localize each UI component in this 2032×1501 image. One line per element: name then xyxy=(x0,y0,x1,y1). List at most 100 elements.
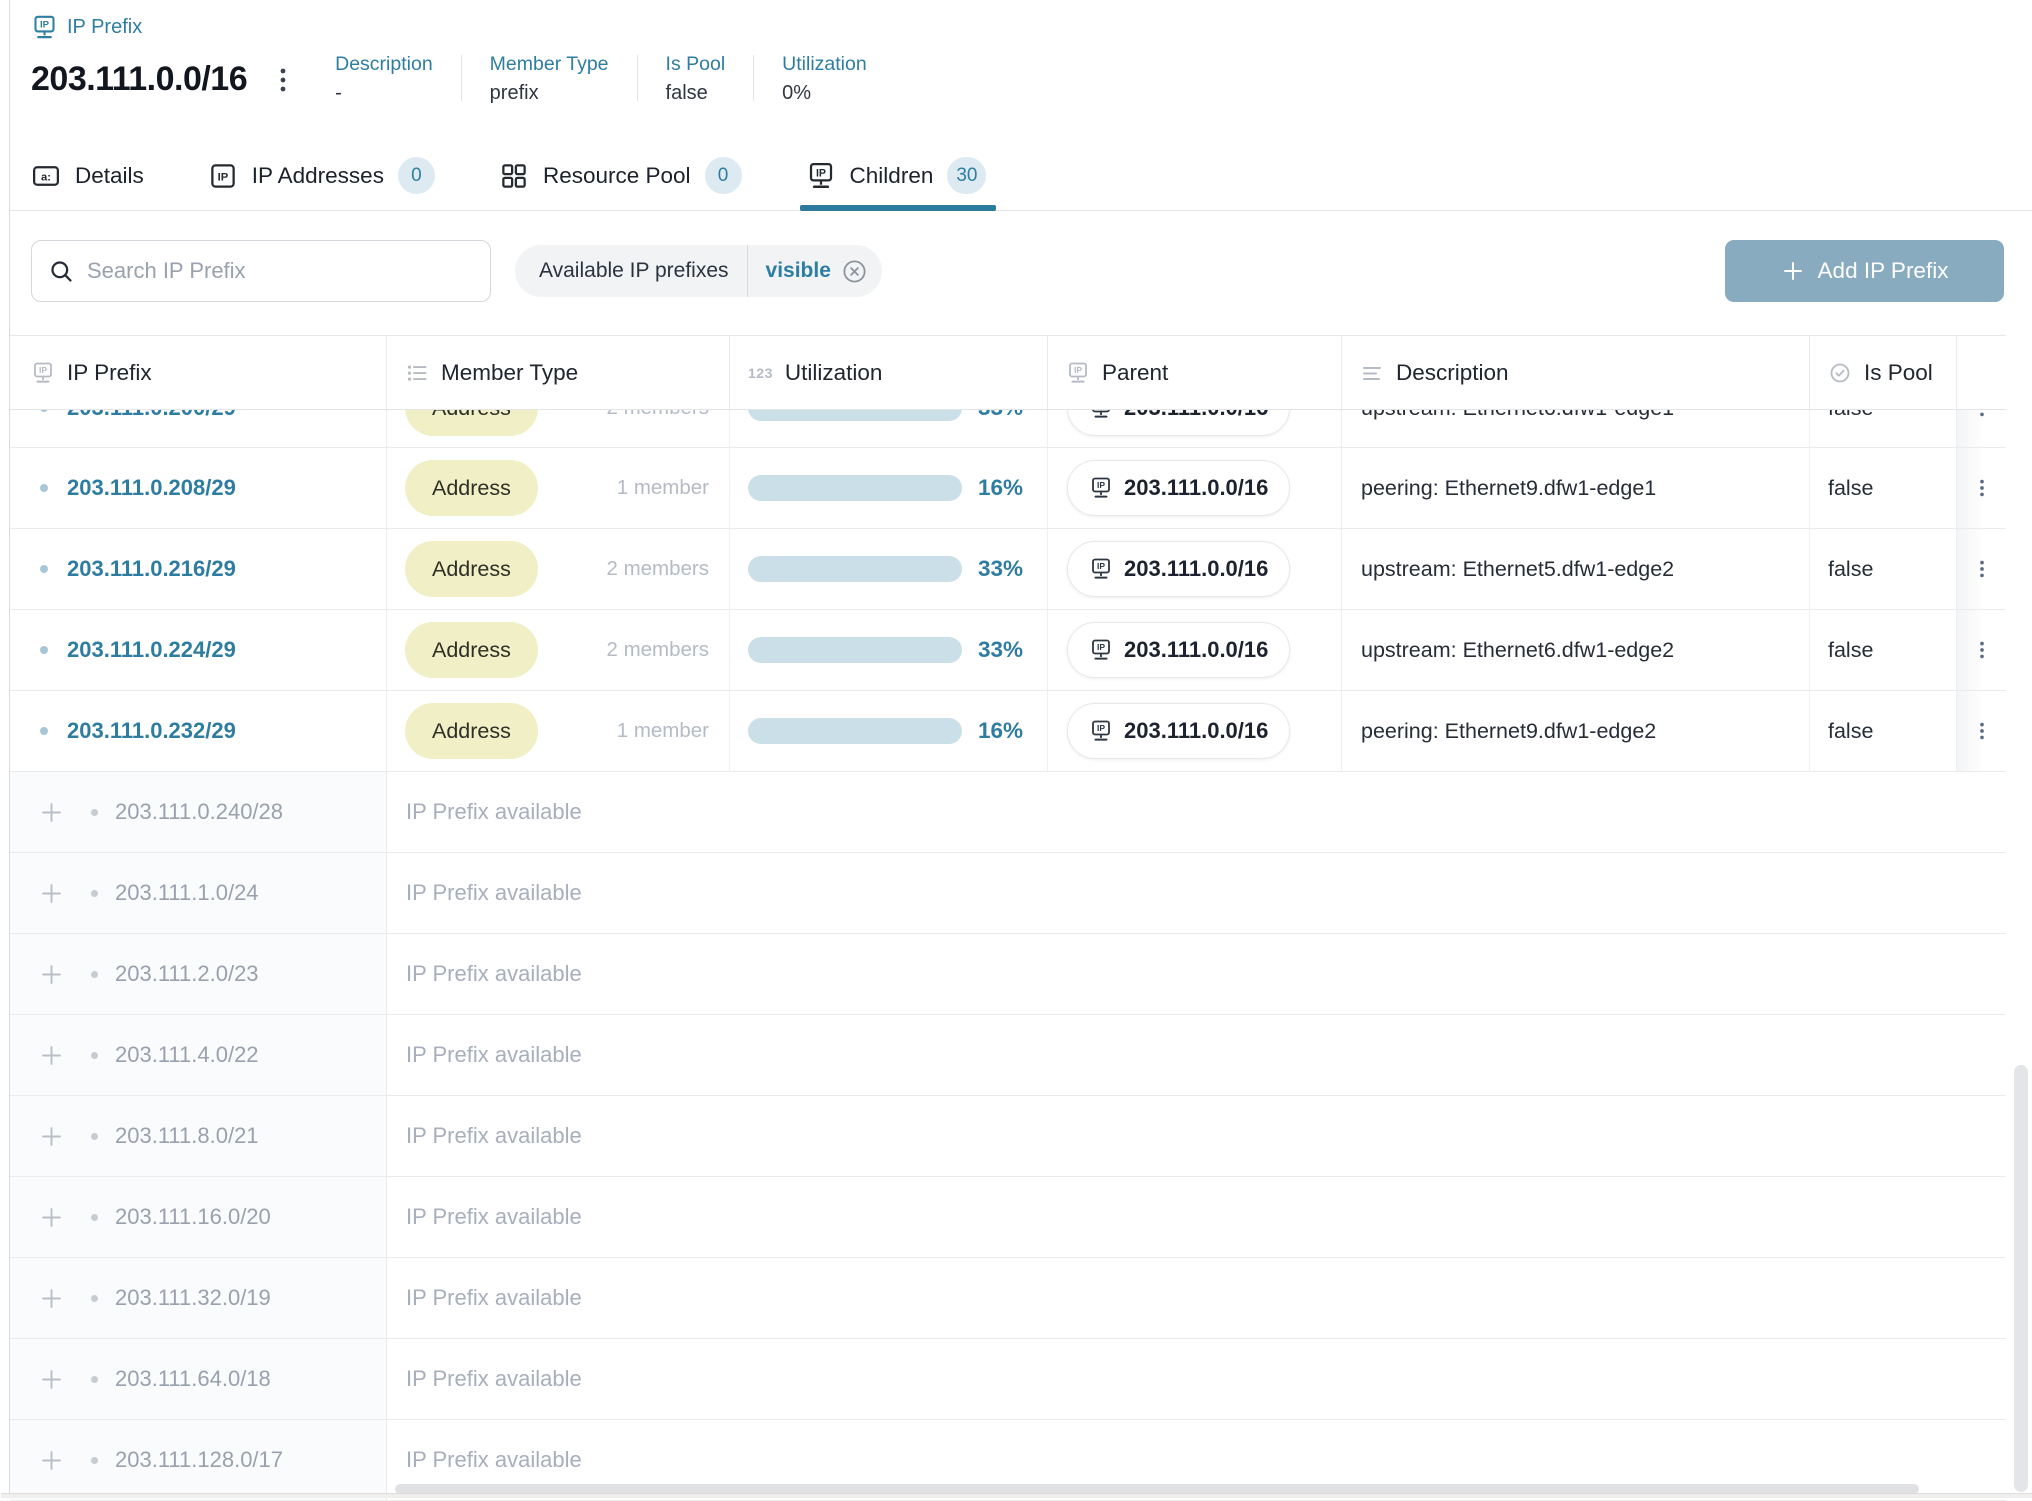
column-header-member-type[interactable]: Member Type xyxy=(386,336,729,409)
tab-label: IP Addresses xyxy=(252,163,384,189)
utilization-percent: 33% xyxy=(978,637,1023,663)
tab-children[interactable]: Children 30 xyxy=(806,147,987,210)
available-note: IP Prefix available xyxy=(386,1258,2006,1338)
ip-prefix-detail-page: IP Prefix 203.111.0.0/16 Description - M… xyxy=(9,0,2032,1498)
utilization-bar xyxy=(748,475,962,501)
breadcrumb-label[interactable]: IP Prefix xyxy=(67,16,142,39)
summary-utilization: Utilization 0% xyxy=(754,51,895,105)
add-ip-prefix-label: Add IP Prefix xyxy=(1818,258,1949,284)
ip-prefix-link[interactable]: 203.111.0.224/29 xyxy=(67,637,236,663)
ip-network-icon xyxy=(1066,361,1090,385)
add-available-prefix-button[interactable] xyxy=(38,1123,65,1150)
more-vertical-icon xyxy=(1971,639,1993,661)
status-dot xyxy=(91,890,98,897)
add-available-prefix-button[interactable] xyxy=(38,799,65,826)
ip-square-icon: IP xyxy=(208,161,238,191)
ip-network-icon xyxy=(31,361,55,385)
filter-remove-button[interactable] xyxy=(841,258,882,285)
add-available-prefix-button[interactable] xyxy=(38,961,65,988)
add-available-prefix-button[interactable] xyxy=(38,1204,65,1231)
status-dot xyxy=(91,1052,98,1059)
tab-resource-pool[interactable]: Resource Pool 0 xyxy=(499,147,742,210)
row-more-menu-button[interactable] xyxy=(1971,477,1993,499)
tab-ip-addresses[interactable]: IP IP Addresses 0 xyxy=(208,147,435,210)
utilization-bar xyxy=(748,556,962,582)
ip-prefix-link[interactable]: 203.111.0.232/29 xyxy=(67,718,236,744)
parent-prefix-chip[interactable]: 203.111.0.0/16 xyxy=(1067,460,1290,516)
available-prefix-label: 203.111.0.240/28 xyxy=(115,799,283,825)
add-available-prefix-button[interactable] xyxy=(38,880,65,907)
available-prefix-row: 203.111.16.0/20 IP Prefix available xyxy=(10,1177,2006,1258)
cell-description: peering: Ethernet9.dfw1-edge2 xyxy=(1341,691,1809,771)
more-vertical-icon xyxy=(1971,558,1993,580)
ip-prefix-link[interactable]: 203.111.0.200/29 xyxy=(67,410,236,421)
breadcrumb[interactable]: IP Prefix xyxy=(10,0,2032,41)
add-ip-prefix-button[interactable]: Add IP Prefix xyxy=(1725,240,2004,302)
plus-icon xyxy=(1781,259,1805,283)
status-dot xyxy=(91,1214,98,1221)
ip-prefix-link[interactable]: 203.111.0.216/29 xyxy=(67,556,236,582)
cell-available-prefix: 203.111.64.0/18 xyxy=(10,1339,386,1419)
cell-member-type: Address 1 member xyxy=(386,448,729,528)
column-header-is-pool[interactable]: Is Pool xyxy=(1809,336,1956,409)
column-header-parent[interactable]: Parent xyxy=(1047,336,1341,409)
filter-chip-value[interactable]: visible xyxy=(748,259,841,283)
column-header-utilization[interactable]: 123 Utilization xyxy=(729,336,1047,409)
table-row: 203.111.0.200/29 Address 2 members 33% 2… xyxy=(10,410,2006,448)
ip-prefix-link[interactable]: 203.111.0.208/29 xyxy=(67,475,236,501)
summary-label: Utilization xyxy=(782,53,867,76)
tab-bar: a: Details IP IP Addresses 0 Resource Po… xyxy=(10,147,2032,211)
summary-member-type: Member Type prefix xyxy=(462,51,637,105)
parent-prefix-label: 203.111.0.0/16 xyxy=(1124,718,1268,744)
add-available-prefix-button[interactable] xyxy=(38,1042,65,1069)
add-available-prefix-button[interactable] xyxy=(38,1366,65,1393)
summary-label: Member Type xyxy=(490,53,609,76)
ip-network-icon xyxy=(31,14,58,41)
plus-icon xyxy=(38,799,65,826)
cell-parent: 203.111.0.0/16 xyxy=(1047,410,1341,448)
row-more-menu-button[interactable] xyxy=(1971,410,1993,419)
tab-label: Resource Pool xyxy=(543,163,691,189)
row-more-menu-button[interactable] xyxy=(1971,558,1993,580)
cell-utilization: 33% xyxy=(729,610,1047,690)
parent-prefix-chip[interactable]: 203.111.0.0/16 xyxy=(1067,703,1290,759)
column-header-ip-prefix[interactable]: IP Prefix xyxy=(10,336,386,409)
parent-prefix-chip[interactable]: 203.111.0.0/16 xyxy=(1067,541,1290,597)
available-prefix-row: 203.111.8.0/21 IP Prefix available xyxy=(10,1096,2006,1177)
add-available-prefix-button[interactable] xyxy=(38,1285,65,1312)
title-more-menu-button[interactable] xyxy=(273,65,293,98)
parent-prefix-chip[interactable]: 203.111.0.0/16 xyxy=(1067,622,1290,678)
plus-icon xyxy=(38,1447,65,1474)
svg-text:a:: a: xyxy=(41,171,51,183)
vertical-scrollbar-thumb[interactable] xyxy=(2014,1065,2028,1492)
table-header-row: IP Prefix Member Type 123 Utilization Pa… xyxy=(10,335,2006,410)
column-header-description[interactable]: Description xyxy=(1341,336,1809,409)
row-more-menu-button[interactable] xyxy=(1971,639,1993,661)
parent-prefix-chip[interactable]: 203.111.0.0/16 xyxy=(1067,410,1290,436)
cell-parent: 203.111.0.0/16 xyxy=(1047,610,1341,690)
search-icon xyxy=(48,258,75,285)
cell-actions xyxy=(1956,610,2006,690)
tab-details[interactable]: a: Details xyxy=(31,147,144,210)
cell-utilization: 33% xyxy=(729,410,1047,448)
table-toolbar: Available IP prefixes visible Add IP Pre… xyxy=(10,240,2032,302)
x-circle-icon xyxy=(841,258,868,285)
search-input[interactable] xyxy=(87,258,474,284)
status-dot xyxy=(40,565,48,573)
add-available-prefix-button[interactable] xyxy=(38,1447,65,1474)
cell-utilization: 16% xyxy=(729,691,1047,771)
cell-member-type: Address 2 members xyxy=(386,529,729,609)
cell-available-prefix: 203.111.32.0/19 xyxy=(10,1258,386,1338)
tab-count-badge: 0 xyxy=(398,157,435,194)
plus-icon xyxy=(38,1285,65,1312)
cell-is-pool: false xyxy=(1809,410,1956,448)
available-prefix-label: 203.111.8.0/21 xyxy=(115,1123,259,1149)
cell-available-prefix: 203.111.0.240/28 xyxy=(10,772,386,852)
available-note: IP Prefix available xyxy=(386,1177,2006,1257)
row-more-menu-button[interactable] xyxy=(1971,720,1993,742)
available-prefix-label: 203.111.4.0/22 xyxy=(115,1042,259,1068)
more-vertical-icon xyxy=(1971,477,1993,499)
cell-ip-prefix: 203.111.0.216/29 xyxy=(10,529,386,609)
id-card-icon: a: xyxy=(31,161,61,191)
cell-actions xyxy=(1956,529,2006,609)
